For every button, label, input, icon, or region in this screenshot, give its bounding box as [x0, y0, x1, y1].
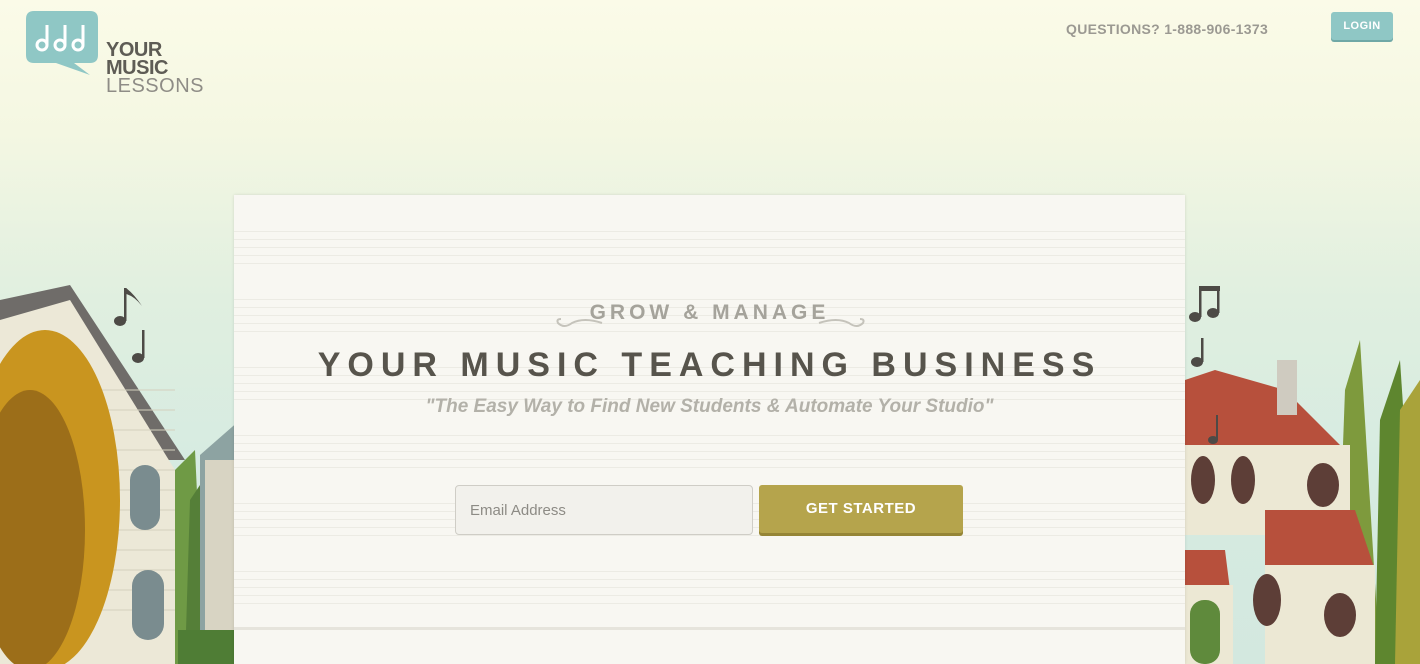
- staff-line: [234, 391, 1185, 392]
- brand-logo[interactable]: YOUR MUSIC LESSONS: [26, 11, 226, 101]
- staff-line: [234, 239, 1185, 240]
- brand-wordmark: YOUR MUSIC LESSONS: [106, 40, 204, 97]
- hero-tagline: "The Easy Way to Find New Students & Aut…: [425, 396, 994, 417]
- get-started-button[interactable]: GET STARTED: [759, 485, 963, 533]
- music-notes-icon: [26, 11, 98, 75]
- staff-line: [234, 451, 1185, 452]
- staff-line: [234, 231, 1185, 232]
- brand-line-3: LESSONS: [106, 75, 204, 97]
- staff-line: [234, 263, 1185, 264]
- staff-line: [234, 331, 1185, 332]
- staff-line: [234, 459, 1185, 460]
- staff-line: [234, 435, 1185, 436]
- house-illustration-right: [1185, 286, 1420, 664]
- staff-line: [234, 247, 1185, 248]
- staff-line: [234, 603, 1185, 604]
- staff-line: [234, 255, 1185, 256]
- staff-line: [234, 535, 1185, 536]
- staff-line: [234, 579, 1185, 580]
- staff-line: [234, 467, 1185, 468]
- email-input[interactable]: [455, 485, 753, 535]
- staff-line: [234, 299, 1185, 300]
- staff-line: [234, 587, 1185, 588]
- card-divider: [234, 627, 1185, 630]
- hero-headline: YOUR MUSIC TEACHING BUSINESS: [317, 346, 1102, 384]
- staff-line: [234, 443, 1185, 444]
- hero-eyebrow: GROW & MANAGE: [589, 301, 830, 324]
- staff-line: [234, 595, 1185, 596]
- house-illustration-left: [0, 285, 240, 664]
- hero-card: GROW & MANAGE YOUR MUSIC TEACHING BUSINE…: [234, 195, 1185, 664]
- staff-line: [234, 571, 1185, 572]
- phone-contact[interactable]: QUESTIONS? 1-888-906-1373: [1066, 21, 1268, 37]
- login-button[interactable]: LOGIN: [1331, 12, 1393, 40]
